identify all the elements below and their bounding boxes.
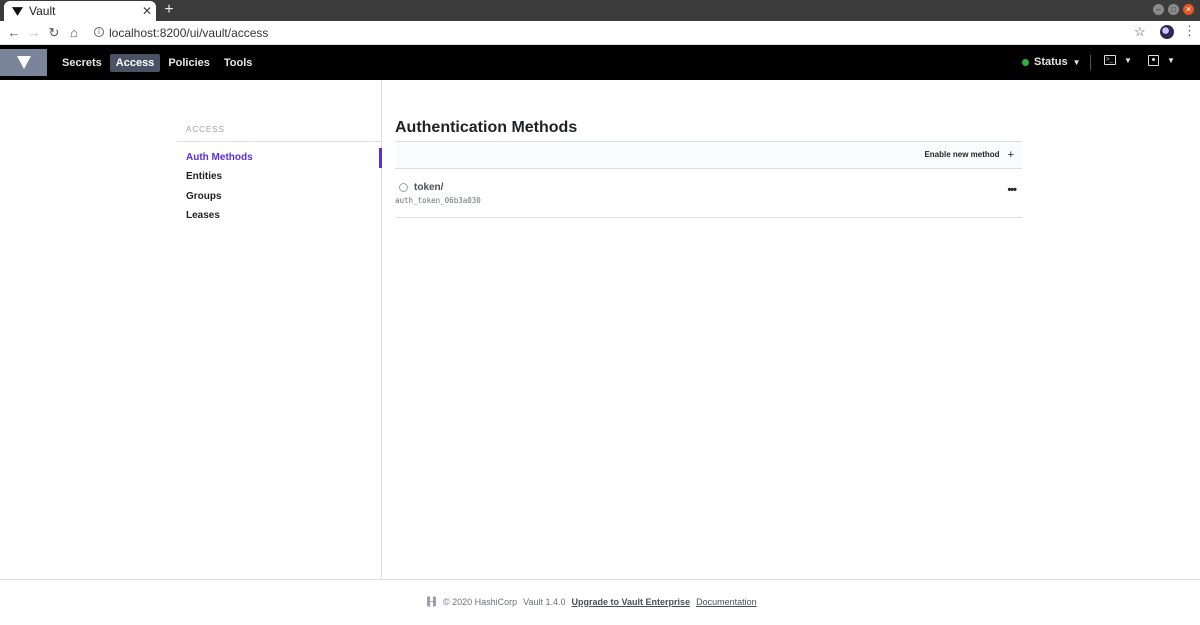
forward-icon[interactable]: → <box>26 25 42 41</box>
chevron-down-icon: ▼ <box>1124 55 1132 65</box>
profile-avatar-icon[interactable] <box>1160 25 1174 39</box>
url-field[interactable]: localhost:8200/ui/vault/access <box>109 26 268 40</box>
sidebar-active-marker <box>379 148 382 168</box>
browser-tabstrip: Vault ✕ + – □ ✕ <box>0 0 1200 21</box>
sidebar-item-entities[interactable]: Entities <box>186 171 222 182</box>
minimize-icon[interactable]: – <box>1153 4 1164 15</box>
chevron-down-icon: ▼ <box>1072 57 1081 67</box>
tab-title: Vault <box>29 4 56 18</box>
window-close-icon[interactable]: ✕ <box>1183 4 1194 15</box>
home-icon[interactable]: ⌂ <box>66 25 82 41</box>
console-menu[interactable]: >_ ▼ <box>1104 55 1132 65</box>
bookmark-star-icon[interactable]: ☆ <box>1134 24 1146 40</box>
footer-copyright: © 2020 HashiCorp <box>443 596 518 607</box>
auth-method-path[interactable]: token/ <box>414 182 443 193</box>
more-options-icon[interactable]: ••• <box>1007 185 1017 196</box>
access-sidebar: ACCESS Auth Methods Entities Groups Leas… <box>0 80 382 579</box>
vault-logo[interactable] <box>0 49 47 76</box>
chevron-down-icon: ▼ <box>1167 56 1175 65</box>
upgrade-link[interactable]: Upgrade to Vault Enterprise <box>572 597 691 607</box>
nav-policies[interactable]: Policies <box>162 54 216 72</box>
nav-secrets[interactable]: Secrets <box>56 54 108 72</box>
nav-tools[interactable]: Tools <box>218 54 259 72</box>
footer-divider <box>0 579 1200 580</box>
footer-version: Vault 1.4.0 <box>523 596 566 607</box>
page-title: Authentication Methods <box>395 119 578 136</box>
nav-access[interactable]: Access <box>109 54 161 72</box>
status-label: Status <box>1034 56 1068 68</box>
footer: © 2020 HashiCorp Vault 1.4.0 Upgrade to … <box>426 596 757 607</box>
token-icon <box>399 183 408 192</box>
documentation-link[interactable]: Documentation <box>696 597 757 607</box>
site-info-icon[interactable]: i <box>94 27 104 37</box>
window-controls: – □ ✕ <box>1153 4 1194 15</box>
maximize-icon[interactable]: □ <box>1168 4 1179 15</box>
sidebar-divider <box>176 141 382 142</box>
back-icon[interactable]: ← <box>6 25 22 41</box>
browser-tab[interactable]: Vault ✕ <box>4 1 156 21</box>
enable-new-method-label: Enable new method <box>924 150 1000 159</box>
sidebar-item-leases[interactable]: Leases <box>186 210 220 221</box>
plus-icon: + <box>1007 148 1014 161</box>
new-tab-icon[interactable]: + <box>162 2 176 18</box>
browser-menu-icon[interactable]: ⋮ <box>1183 24 1196 38</box>
auth-method-item[interactable]: token/ auth_token_06b3a030 ••• <box>395 169 1022 218</box>
auth-method-accessor: auth_token_06b3a030 <box>395 196 481 205</box>
hashicorp-logo-icon <box>426 596 437 607</box>
sidebar-item-auth-methods[interactable]: Auth Methods <box>186 152 253 163</box>
status-dot-icon <box>1022 58 1029 66</box>
address-bar: ← → ↻ ⌂ i localhost:8200/ui/vault/access… <box>0 21 1200 45</box>
enable-new-method-button[interactable]: Enable new method + <box>924 148 1014 161</box>
user-menu[interactable]: ▼ <box>1148 55 1175 66</box>
vault-navbar: Secrets Access Policies Tools Status ▼ >… <box>0 45 1200 80</box>
nav-divider <box>1090 55 1091 70</box>
sidebar-item-groups[interactable]: Groups <box>186 191 222 202</box>
vault-logo-icon <box>16 56 31 69</box>
toolbar: Enable new method + <box>395 141 1022 169</box>
status-menu[interactable]: Status ▼ <box>1022 56 1081 68</box>
tab-close-icon[interactable]: ✕ <box>138 4 156 18</box>
sidebar-heading: ACCESS <box>186 125 225 134</box>
terminal-icon: >_ <box>1104 55 1116 65</box>
nav-links: Secrets Access Policies Tools <box>56 54 260 72</box>
user-icon <box>1148 55 1159 66</box>
reload-icon[interactable]: ↻ <box>46 25 62 41</box>
vault-favicon-icon <box>12 6 23 17</box>
